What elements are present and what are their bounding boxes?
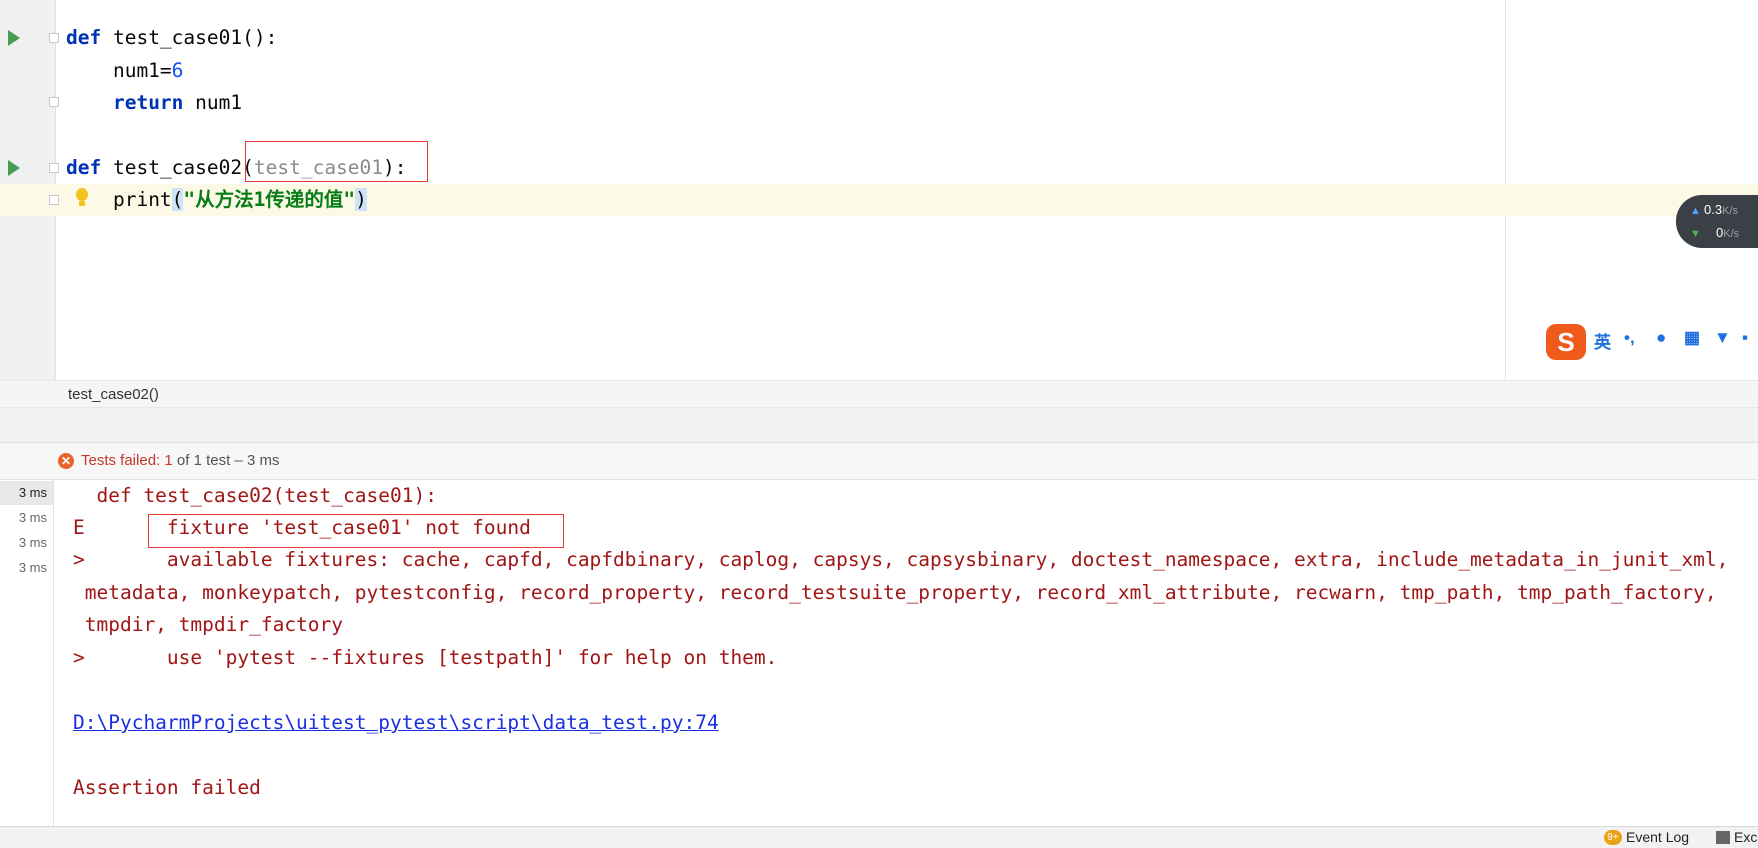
duration-item[interactable]: 3 ms xyxy=(0,506,53,530)
run-test-case01-icon[interactable] xyxy=(8,30,20,46)
code-editor[interactable]: def test_case01(): num1=6 return num1 de… xyxy=(0,0,1758,380)
upload-speed: 0.3 xyxy=(1704,202,1723,217)
event-count-badge: 9+ xyxy=(1604,830,1622,845)
run-test-case02-icon[interactable] xyxy=(8,160,20,176)
builtin-print: print xyxy=(112,188,172,211)
function-name: test_case02 xyxy=(101,156,243,179)
sogou-logo-icon[interactable]: S xyxy=(1546,324,1586,360)
code-line-1[interactable]: def test_case01(): xyxy=(66,22,277,54)
test-failed-icon: ✕ xyxy=(58,453,74,469)
paren-match: ) xyxy=(355,188,367,211)
status-label: Tests failed: xyxy=(81,452,161,469)
console-line: metadata, monkeypatch, pytestconfig, rec… xyxy=(73,581,1717,604)
speed-unit: K/s xyxy=(1722,205,1738,217)
console-line: def test_case02(test_case01): xyxy=(73,484,437,507)
fold-end-icon[interactable] xyxy=(49,195,59,205)
status-bar: 9+ Event Log Exc xyxy=(0,826,1758,848)
duration-item[interactable]: 3 ms xyxy=(0,556,53,580)
duration-item[interactable]: 3 ms xyxy=(0,481,53,505)
duration-item[interactable]: 3 ms xyxy=(0,531,53,555)
console-output[interactable]: def test_case02(test_case01): E fixture … xyxy=(54,480,1758,826)
speed-unit: K/s xyxy=(1723,228,1740,240)
code-line-3[interactable]: return num1 xyxy=(66,87,242,119)
failed-count: 1 xyxy=(164,452,173,469)
string-literal: "从方法1传递的值" xyxy=(183,188,356,211)
test-durations-column: 3 ms 3 ms 3 ms 3 ms xyxy=(0,480,54,826)
event-log-button[interactable]: Event Log xyxy=(1626,829,1689,845)
code-text: num1 xyxy=(183,91,243,114)
skin-shirt-icon[interactable]: ▼ xyxy=(1714,328,1731,348)
keyboard-icon[interactable]: ▦ xyxy=(1684,328,1700,348)
keyword: return xyxy=(112,91,184,114)
ime-punctuation-toggle[interactable]: •, xyxy=(1624,328,1635,348)
network-speed-widget[interactable]: ▲ 0.3K/s ▼ 0K/s xyxy=(1676,195,1758,248)
paren-match: ( xyxy=(171,188,184,211)
code-punct: (): xyxy=(242,26,278,49)
toolbox-icon[interactable]: ▪ xyxy=(1742,328,1748,348)
number-literal: 6 xyxy=(171,59,184,82)
ime-language-toggle[interactable]: 英 xyxy=(1594,328,1611,353)
console-line: tmpdir, tmpdir_factory xyxy=(73,613,344,636)
console-line: > use 'pytest --fixtures [testpath]' for… xyxy=(73,646,778,669)
code-line-2[interactable]: num1=6 xyxy=(66,55,183,87)
keyword: def xyxy=(66,26,102,49)
fold-icon[interactable] xyxy=(49,33,59,43)
code-text: num1= xyxy=(66,59,172,82)
annotation-highlight-box xyxy=(245,141,428,182)
fold-icon[interactable] xyxy=(49,163,59,173)
status-summary: of 1 test – 3 ms xyxy=(172,452,280,469)
breadcrumb-item[interactable]: test_case02() xyxy=(68,386,159,403)
source-file-link[interactable]: D:\PycharmProjects\uitest_pytest\script\… xyxy=(73,707,719,739)
excel-reader-button[interactable]: Exc xyxy=(1734,829,1757,845)
editor-breadcrumb[interactable]: test_case02() xyxy=(0,380,1758,408)
fold-end-icon[interactable] xyxy=(49,97,59,107)
code-line-6[interactable]: print("从方法1传递的值") xyxy=(66,184,367,216)
microphone-icon[interactable]: ● xyxy=(1656,328,1666,348)
console-line: > available fixtures: cache, capfd, capf… xyxy=(73,548,1729,571)
annotation-highlight-box xyxy=(148,514,564,548)
keyword: def xyxy=(66,156,102,179)
test-run-status: ✕ Tests failed: 1 of 1 test – 3 ms xyxy=(0,443,1758,480)
run-tool-window-header xyxy=(0,408,1758,443)
excel-icon[interactable] xyxy=(1716,831,1730,844)
assertion-message: Assertion failed xyxy=(73,776,261,799)
ime-toolbar[interactable]: S 英 •, ● ▦ ▼ ▪ xyxy=(1546,322,1758,362)
function-name: test_case01 xyxy=(101,26,243,49)
